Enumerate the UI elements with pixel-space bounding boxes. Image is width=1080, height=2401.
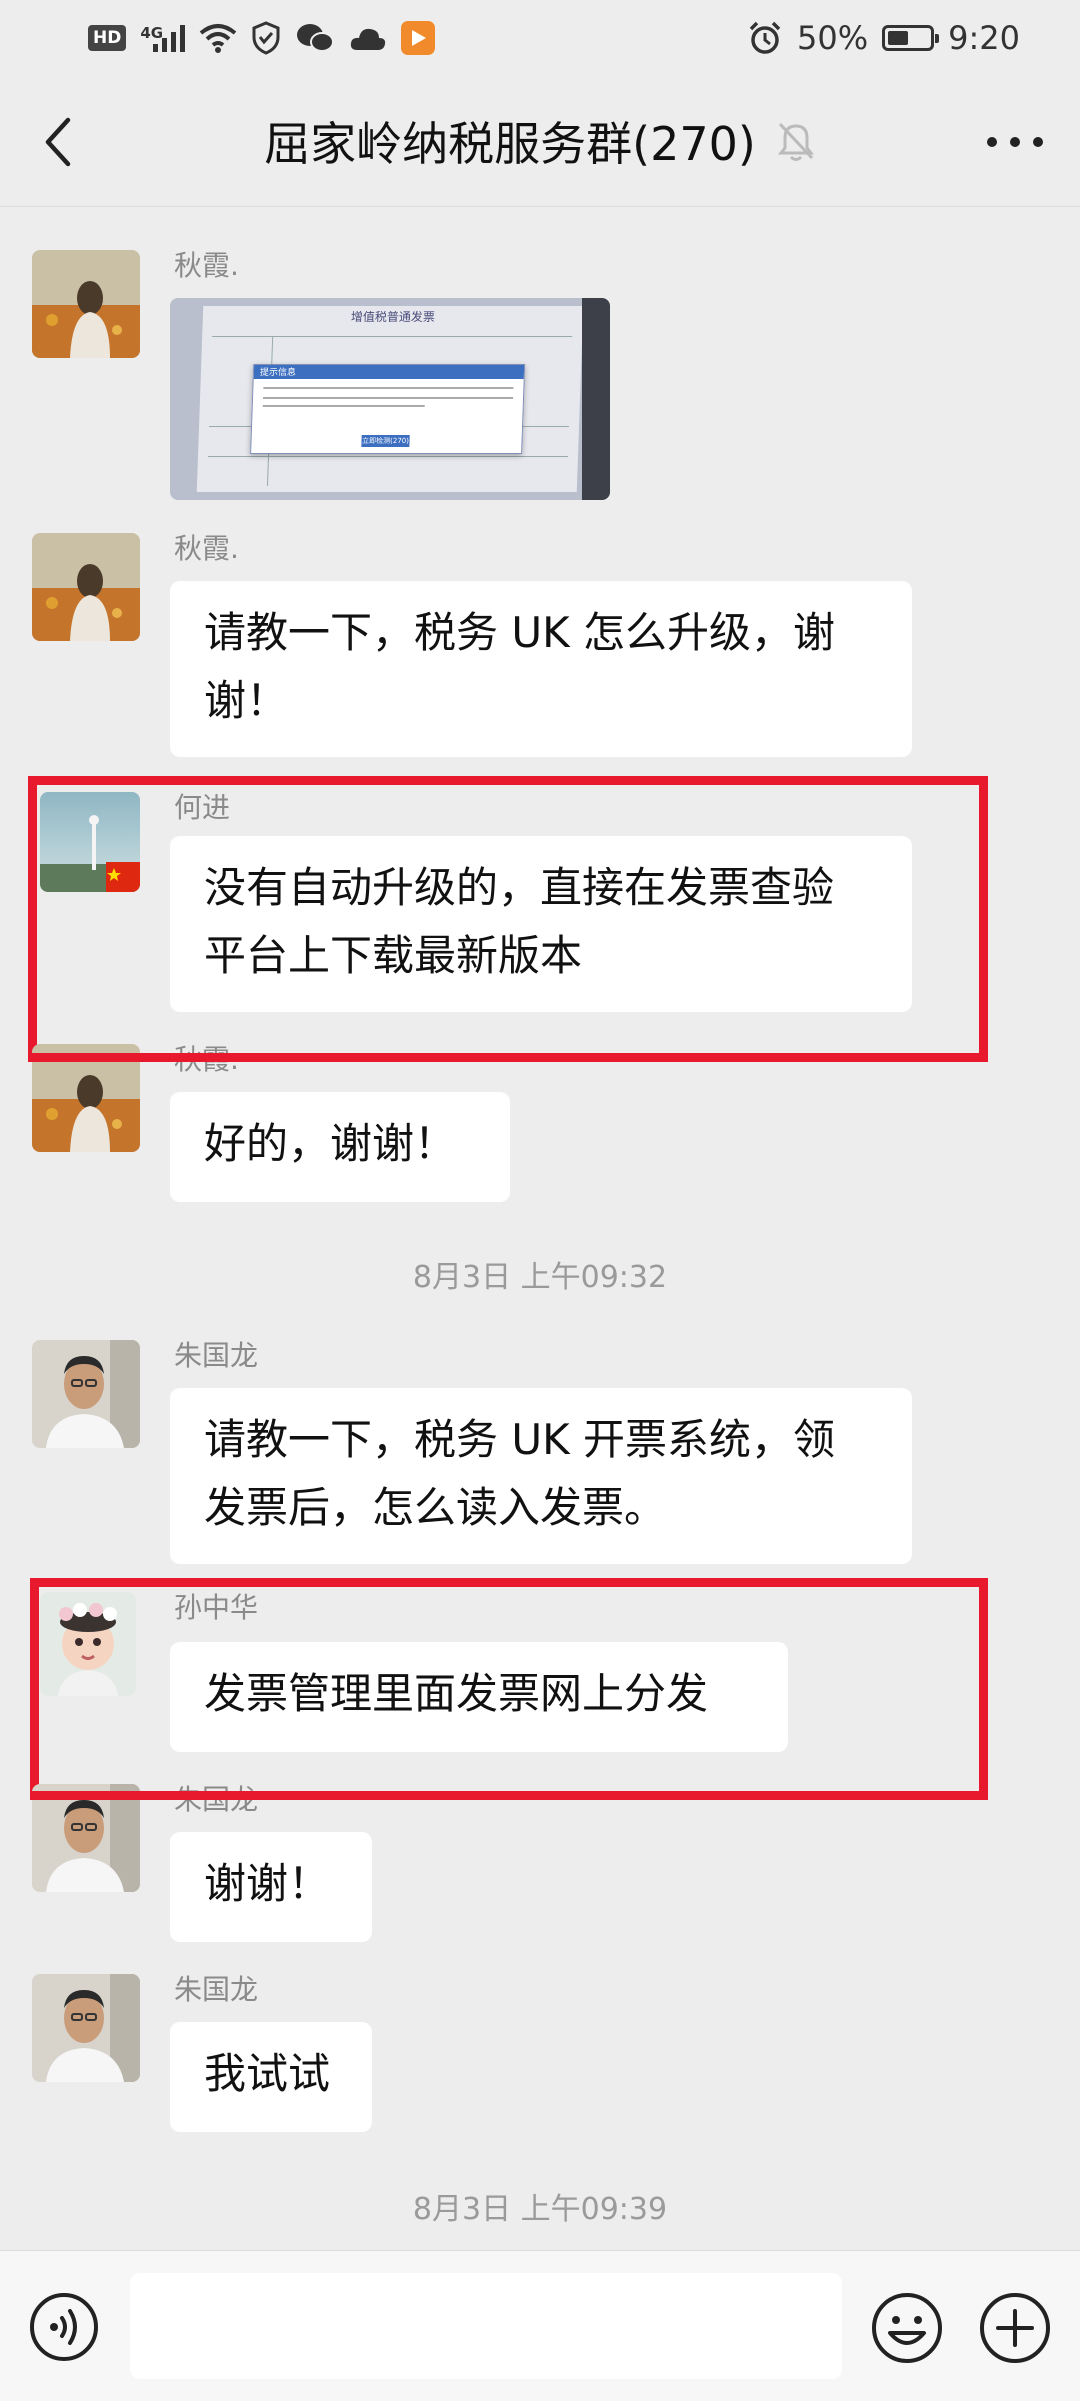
message-line: 请教一下，税务 UK 开票系统，领 (204, 1415, 835, 1464)
message-line: 我试试 (204, 2049, 331, 2098)
message-line: 好的，谢谢！ (204, 1119, 457, 1168)
battery-percent: 50% (797, 19, 869, 57)
message-bubble[interactable]: 我试试 (170, 2022, 372, 2132)
timestamp: 8月3日 上午09:32 (412, 1260, 668, 1295)
invoice-image-title: 增值税普通发票 (350, 310, 436, 324)
message-line: 发票后，怎么读入发票。 (204, 1483, 667, 1532)
message-line: 请教一下，税务 UK 怎么升级，谢 (204, 608, 835, 657)
signal-icon: 4G (140, 24, 186, 52)
sender-name: 秋霞. (174, 249, 239, 282)
alarm-icon (749, 21, 781, 54)
bell-off-icon (777, 122, 814, 161)
message-line: 谢！ (204, 676, 289, 725)
sender-name: 朱国龙 (174, 1973, 259, 2006)
highlight-box-edge (30, 1578, 988, 1800)
input-bar (0, 2250, 1080, 2401)
message-bubble[interactable]: 谢谢！ (170, 1832, 372, 1942)
emoji-icon[interactable] (870, 2291, 944, 2365)
hd-indicator: HD (88, 25, 127, 51)
message-bubble[interactable]: 好的，谢谢！ (170, 1092, 510, 1202)
avatar[interactable] (32, 1340, 140, 1448)
avatar[interactable] (32, 1784, 140, 1892)
avatar[interactable] (32, 1974, 140, 2082)
avatar[interactable] (32, 250, 140, 358)
wifi-icon (199, 24, 237, 53)
wechat-icon (297, 24, 335, 52)
more-dots-icon[interactable] (980, 118, 1050, 166)
timestamp: 8月3日 上午09:39 (412, 2192, 668, 2227)
message-bubble[interactable]: 请教一下，税务 UK 开票系统，领 发票后，怎么读入发票。 (170, 1388, 912, 1564)
message-input[interactable] (130, 2273, 842, 2379)
cloud-icon (350, 28, 386, 50)
clock: 9:20 (948, 19, 1020, 57)
status-bar: HD 4G 50% 9:20 (0, 0, 1080, 78)
chat-title: 屈家岭纳税服务群(270) (264, 117, 756, 171)
battery-icon (882, 25, 940, 51)
dialog-title: 提示信息 (253, 365, 525, 379)
sender-name: 秋霞. (174, 532, 239, 565)
chat-header: 屈家岭纳税服务群(270) (0, 78, 1080, 207)
network-type: 4G (140, 24, 164, 42)
highlight-box-edge (28, 776, 988, 1062)
image-message[interactable]: 增值税普通发票 提示信息 立即检测(270) (170, 298, 610, 500)
voice-icon[interactable] (28, 2291, 100, 2363)
plus-circle-icon[interactable] (978, 2291, 1052, 2365)
message-line: 谢谢！ (204, 1859, 331, 1908)
shield-icon (252, 21, 280, 55)
avatar[interactable] (32, 533, 140, 641)
app-notification-icon (401, 21, 436, 55)
dialog-button: 立即检测(270) (361, 435, 410, 447)
message-bubble[interactable]: 请教一下，税务 UK 怎么升级，谢 谢！ (170, 581, 912, 757)
sender-name: 朱国龙 (174, 1339, 259, 1372)
